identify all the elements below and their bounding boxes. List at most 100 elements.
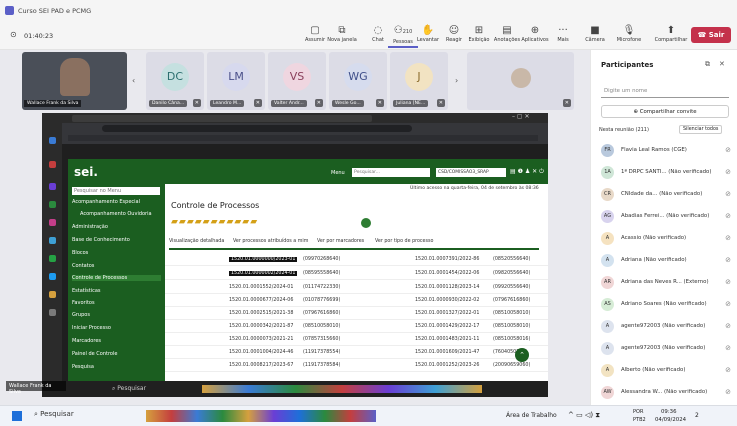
sei-header-icons[interactable]: ▤ ❶ ♟ ✕ ⏻	[510, 168, 544, 176]
menu-item[interactable]: Base de Conhecimento	[72, 237, 130, 243]
view-detailed-link[interactable]: Visualização detalhada	[169, 239, 224, 244]
table-row[interactable]: 1520.01.0001552/2024-01 (01174722330) 1520…	[165, 282, 548, 294]
mic-button[interactable]: 🎙 Microfone	[614, 24, 644, 48]
popout-icon[interactable]: ⧉	[705, 60, 710, 69]
plus-icon: ⊕	[530, 25, 540, 36]
participant-row[interactable]: AR Adriana das Neves R... (Externo) ⊘	[601, 274, 733, 292]
table-row[interactable]: 1520.01.0000677/2024-06 (01078776699) 1520…	[165, 295, 548, 307]
chevron-right-icon[interactable]: ›	[455, 76, 458, 85]
leave-button[interactable]: ☎ Sair	[691, 27, 731, 43]
table-row[interactable]: 1520.01.0000342/2021-87 (08510058010) 1520…	[165, 321, 548, 333]
address-bar[interactable]	[102, 125, 412, 132]
menu-item[interactable]: Pesquisa	[72, 364, 94, 370]
menu-item[interactable]: Acompanhamento Especial	[72, 199, 140, 205]
sei-sidebar: Pesquisar no Menu Acompanhamento Especia…	[68, 184, 165, 381]
table-row[interactable]: 1520.01.0008217/2023-67 (11917378584) 1520…	[165, 360, 548, 372]
more-button[interactable]: ··· Mais	[548, 24, 578, 48]
participant-row[interactable]: FR Flavia Leal Ramos (CGE) ⊘	[601, 142, 733, 160]
participant-row[interactable]: A Acassio (Não verificado) ⊘	[601, 230, 733, 248]
menu-item[interactable]: Grupos	[72, 312, 90, 318]
participant-row[interactable]: CR CNIdade da... (Não verificado) ⊘	[601, 186, 733, 204]
participant-row[interactable]: AW Alessandra W... (Não verificado) ⊘	[601, 384, 733, 402]
last-access: Último acesso na quarta-feira, 04 de set…	[410, 186, 539, 191]
participant-row[interactable]: Aagente972003 (Não verificado) ⊘	[601, 318, 733, 336]
green-action-icon[interactable]	[361, 218, 371, 228]
window-controls: – ▢ ✕	[512, 113, 530, 120]
sei-search[interactable]: Pesquisar...	[352, 168, 430, 177]
windows-start-icon[interactable]	[12, 411, 22, 421]
chevron-left-icon[interactable]: ‹	[132, 76, 135, 85]
participant-row[interactable]: 1A 1ª DRPC SANTI... (Não verificado) ⊘	[601, 164, 733, 182]
table-row[interactable]: 1520.01.0000000/2023-01 (09970268640) 1520…	[165, 254, 548, 266]
participant-row[interactable]: A Adriana (Não verificado) ⊘	[601, 252, 733, 270]
sei-unit-select[interactable]: CSD/COMISSÃO3_SRAP	[436, 168, 506, 177]
section-header[interactable]: Nesta reunião (211)	[599, 127, 649, 133]
avatar: VS	[283, 63, 311, 91]
share-invite-button[interactable]: ⊕ Compartilhar convite	[601, 105, 729, 118]
participant-row[interactable]: A Alberto (Não verificado) ⊘	[601, 362, 733, 380]
tray-icons[interactable]: ^ ▭ ◁) ⧗	[568, 411, 600, 420]
language[interactable]: POR	[633, 409, 643, 415]
menu-search[interactable]: Pesquisar no Menu	[72, 187, 160, 195]
participant-tile: VS Valter Andr... ✕	[268, 52, 326, 110]
menu-item[interactable]: Marcadores	[72, 338, 101, 344]
clock-time[interactable]: 09:36	[661, 409, 677, 415]
clock-date[interactable]: 04/09/2024	[655, 417, 686, 423]
participant-row[interactable]: AG Abadias Ferrei... (Não verificado) ⊘	[601, 208, 733, 226]
avatar: DC	[161, 63, 189, 91]
table-row[interactable]: 1520.01.0000002/2024-01 (08595558640) 1520…	[165, 268, 548, 280]
menu-item[interactable]: Favoritos	[72, 300, 95, 306]
table-row[interactable]: 1520.01.0002515/2021-38 (07967616860) 1520…	[165, 308, 548, 320]
menu-item[interactable]: Administração	[72, 224, 108, 230]
notes-button[interactable]: ▤ Anotações	[492, 24, 522, 48]
avatar: A	[601, 254, 614, 267]
view-markers-link[interactable]: Ver por marcadores	[317, 239, 364, 244]
bookmarks-bar	[68, 135, 538, 141]
taskbar-search[interactable]: ⌕ Pesquisar	[34, 410, 74, 419]
view-assigned-link[interactable]: Ver processos atribuídos a mim	[233, 239, 308, 244]
menu-item-active[interactable]: Controle de Processos	[72, 275, 161, 281]
notification-badge[interactable]: 2	[695, 412, 699, 419]
menu-item[interactable]: Painel de Controle	[72, 351, 117, 357]
avatar: AW	[601, 386, 614, 399]
share-button[interactable]: ⬆ Compartilhar	[652, 24, 690, 48]
avatar: FR	[601, 144, 614, 157]
participant-tile: DC Danilo Câna... ✕	[146, 52, 204, 110]
sei-menu-label[interactable]: Menu	[331, 170, 345, 176]
new-window-button[interactable]: ⧉ Nova janela	[327, 24, 357, 48]
close-icon[interactable]: ✕	[719, 60, 725, 68]
view-type-link[interactable]: Ver por tipo de processo	[375, 239, 433, 244]
mic-off-icon: ⊘	[725, 212, 731, 220]
teams-icon	[5, 6, 14, 15]
scroll-top-button[interactable]: ⌃	[515, 348, 529, 362]
mic-off-icon: ⊘	[725, 234, 731, 242]
app-icon	[49, 183, 56, 190]
table-row[interactable]: 1520.01.0001004/2024-46 (11917378554) 1520…	[165, 347, 548, 359]
desktop-label[interactable]: Área de Trabalho	[506, 412, 557, 419]
table-row[interactable]: 1520.01.0000073/2021-21 (07857315660) 1520…	[165, 334, 548, 346]
menu-item[interactable]: Contatos	[72, 263, 94, 269]
app-icon	[49, 137, 56, 144]
app-icon	[49, 291, 56, 298]
participant-row[interactable]: Aagente972003 (Não verificado) ⊘	[601, 340, 733, 358]
mic-off-icon: ⊘	[725, 190, 731, 198]
participant-row[interactable]: AS Adriano Soares (Não verificado) ⊘	[601, 296, 733, 314]
menu-item[interactable]: Iniciar Processo	[72, 325, 111, 331]
keyboard-layout[interactable]: PTB2	[633, 417, 646, 423]
assumir-button[interactable]: ▢ Assumir	[300, 24, 330, 48]
avatar: A	[601, 232, 614, 245]
view-button[interactable]: ⊞ Exibição	[464, 24, 494, 48]
mute-all-button[interactable]: Silenciar todos	[679, 125, 723, 134]
menu-item[interactable]: Estatísticas	[72, 288, 101, 294]
taskbar-apps	[202, 385, 482, 393]
apps-button[interactable]: ⊕ Aplicativos	[520, 24, 550, 48]
menu-item[interactable]: Acompanhamento Ouvidoria	[80, 211, 152, 217]
avatar	[510, 68, 531, 88]
person-video	[60, 58, 90, 96]
participant-search-input[interactable]: Digite um nome	[601, 85, 729, 98]
participant-tile: LM Leandro M... ✕	[207, 52, 265, 110]
menu-item[interactable]: Blocos	[72, 250, 88, 256]
avatar: AR	[601, 276, 614, 289]
process-action-icons[interactable]: ▰▰▰▰▰▰▰▰▰▰▰	[171, 217, 258, 227]
camera-button[interactable]: ■ Câmera	[580, 24, 610, 48]
